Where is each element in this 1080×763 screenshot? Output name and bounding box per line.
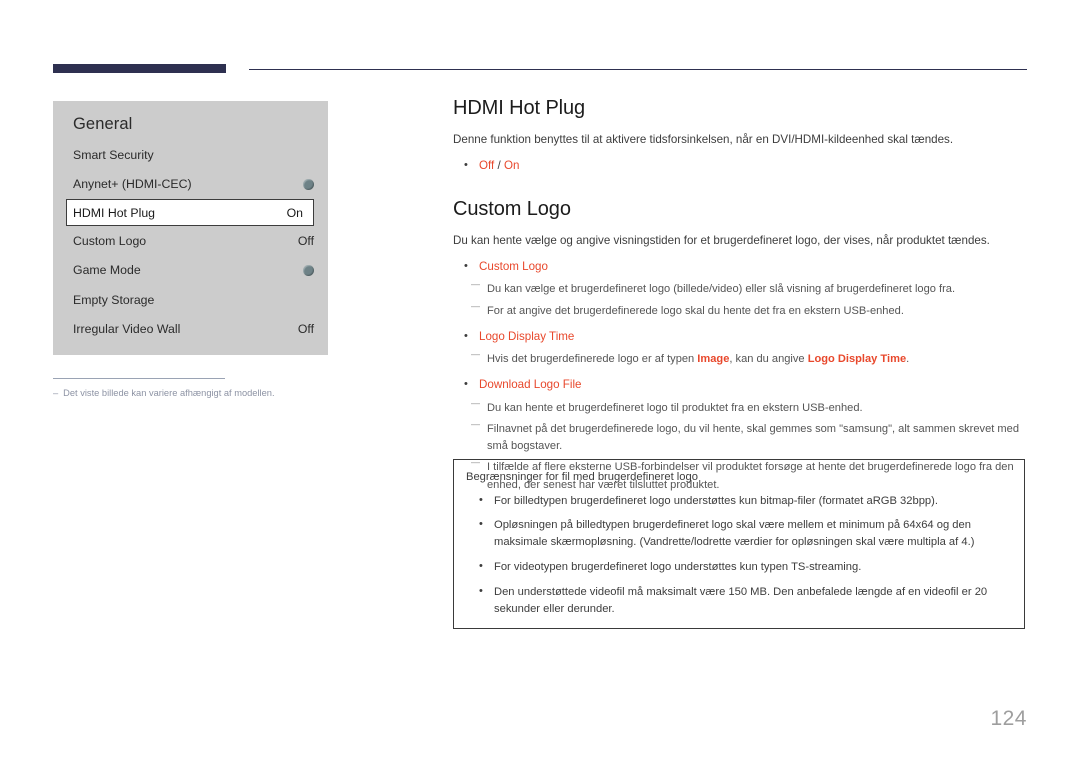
menu-item-hdmi-hot-plug[interactable]: HDMI Hot Plug On bbox=[66, 199, 314, 226]
option-separator: / bbox=[494, 158, 504, 172]
detail-accent-image: Image bbox=[697, 353, 730, 366]
option-custom-logo: Custom Logo bbox=[453, 256, 1028, 277]
menu-item-empty-storage[interactable]: Empty Storage bbox=[53, 285, 328, 315]
osd-menu-title: General bbox=[73, 115, 133, 133]
header-divider-line bbox=[249, 69, 1027, 70]
detail-accent-logo-display-time: Logo Display Time bbox=[807, 353, 907, 366]
heading-hdmi-hot-plug: HDMI Hot Plug bbox=[453, 97, 586, 119]
footnote-dash: – bbox=[53, 388, 59, 398]
menu-item-label: Smart Security bbox=[73, 147, 154, 162]
menu-item-value: Off bbox=[297, 233, 314, 248]
toggle-dot-icon[interactable] bbox=[303, 178, 314, 190]
note-box-list: For billedtypen brugerdefineret logo und… bbox=[466, 492, 1010, 618]
toggle-dot-icon[interactable] bbox=[303, 264, 314, 276]
detail-text-pre: Hvis det brugerdefinerede logo er af typ… bbox=[487, 353, 698, 366]
options-list-hdmi-hot-plug: Off / On bbox=[453, 155, 1028, 176]
intro-custom-logo: Du kan hente vælge og angive visningstid… bbox=[453, 234, 990, 248]
osd-menu-panel: General Smart Security Anynet+ (HDMI-CEC… bbox=[53, 101, 328, 355]
page-number: 124 bbox=[990, 707, 1027, 730]
option-logo-display-time: Logo Display Time bbox=[453, 326, 1028, 347]
page-header-rule bbox=[53, 64, 1027, 76]
option-off: Off bbox=[479, 158, 495, 172]
note-item: Den understøttede videofil må maksimalt … bbox=[466, 583, 1010, 618]
note-item: For billedtypen brugerdefineret logo und… bbox=[466, 492, 1010, 510]
menu-item-label: Anynet+ (HDMI-CEC) bbox=[73, 177, 192, 192]
panel-footnote: – Det viste billede kan variere afhængig… bbox=[53, 378, 353, 398]
footnote-label: Det viste billede kan variere afhængigt … bbox=[63, 388, 275, 398]
option-on: On bbox=[503, 158, 520, 172]
restrictions-note-box: Begrænsninger for fil med brugerdefinere… bbox=[453, 459, 1025, 630]
detail-logo-display-time-1: Hvis det brugerdefinerede logo er af typ… bbox=[453, 348, 1028, 368]
heading-custom-logo: Custom Logo bbox=[453, 198, 571, 221]
detail-custom-logo-1: Du kan vælge et brugerdefineret logo (bi… bbox=[453, 278, 1028, 298]
detail-download-logo-2: Filnavnet på det brugerdefinerede logo, … bbox=[453, 418, 1028, 455]
content-column: HDMI Hot Plug Denne funktion benyttes ti… bbox=[453, 97, 1028, 494]
menu-item-smart-security[interactable]: Smart Security bbox=[53, 140, 328, 170]
options-list-custom-logo: Custom Logo bbox=[453, 256, 1028, 277]
menu-item-label: Empty Storage bbox=[73, 292, 155, 307]
menu-item-label: Game Mode bbox=[73, 263, 141, 278]
detail-text-post: . bbox=[906, 353, 910, 366]
menu-item-game-mode[interactable]: Game Mode bbox=[53, 256, 328, 286]
detail-download-logo-1: Du kan hente et brugerdefineret logo til… bbox=[453, 397, 1028, 417]
menu-item-label: Custom Logo bbox=[73, 233, 147, 248]
options-list-download-logo-file: Download Logo File bbox=[453, 374, 1028, 395]
note-box-title: Begrænsninger for fil med brugerdefinere… bbox=[466, 471, 698, 483]
detail-text-mid: , kan du angive bbox=[729, 353, 808, 366]
menu-item-value: Off bbox=[297, 322, 314, 337]
menu-item-label: HDMI Hot Plug bbox=[73, 205, 156, 220]
note-item: Opløsningen på billedtypen brugerdefiner… bbox=[466, 516, 1010, 551]
footnote-row: – Det viste billede kan variere afhængig… bbox=[53, 388, 353, 398]
menu-item-irregular-video-wall[interactable]: Irregular Video Wall Off bbox=[53, 315, 328, 345]
option-off-on: Off / On bbox=[453, 155, 1028, 176]
detail-custom-logo-2: For at angive det brugerdefinerede logo … bbox=[453, 300, 1028, 320]
menu-item-custom-logo[interactable]: Custom Logo Off bbox=[53, 226, 328, 256]
intro-hdmi-hot-plug: Denne funktion benyttes til at aktivere … bbox=[453, 133, 954, 146]
menu-item-label: Irregular Video Wall bbox=[73, 322, 181, 337]
header-tab-bar bbox=[53, 64, 226, 73]
menu-item-anynet-hdmi-cec[interactable]: Anynet+ (HDMI-CEC) bbox=[53, 170, 328, 200]
option-download-logo-file: Download Logo File bbox=[453, 374, 1028, 395]
footnote-divider bbox=[53, 378, 225, 379]
note-item: For videotypen brugerdefineret logo unde… bbox=[466, 558, 1010, 576]
osd-menu-list: Smart Security Anynet+ (HDMI-CEC) HDMI H… bbox=[53, 140, 328, 344]
menu-item-value: On bbox=[286, 205, 303, 220]
options-list-logo-display-time: Logo Display Time bbox=[453, 326, 1028, 347]
